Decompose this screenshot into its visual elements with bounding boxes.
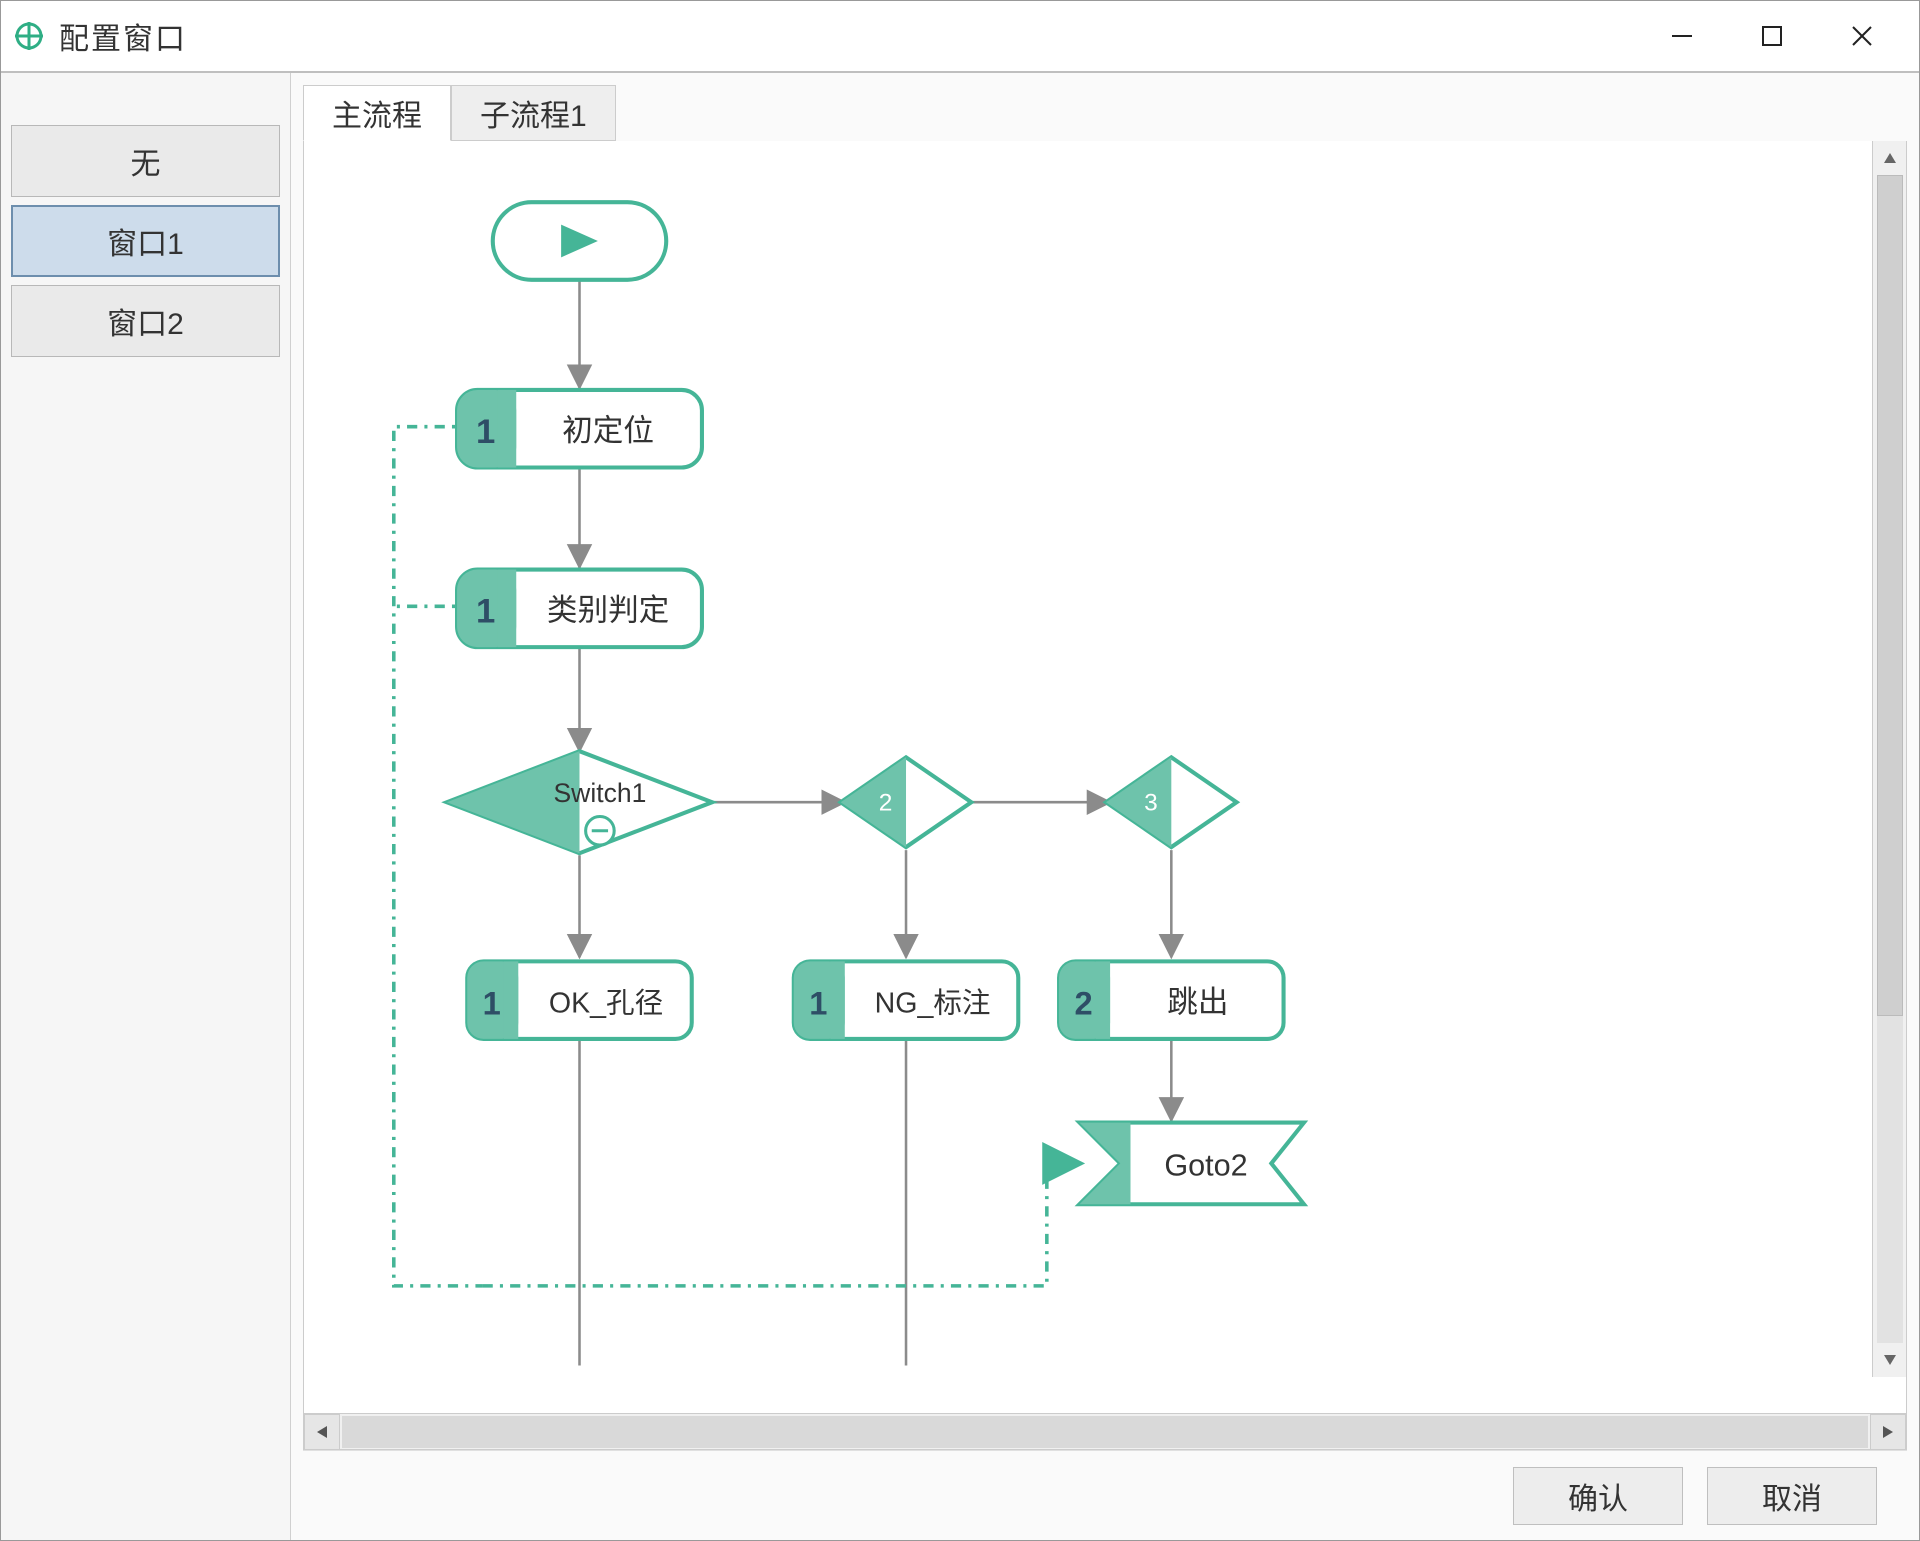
scroll-right-icon[interactable]	[1870, 1414, 1906, 1450]
node-category-judge[interactable]: 1 类别判定	[457, 570, 702, 648]
horizontal-scrollbar[interactable]	[304, 1413, 1906, 1449]
footer: 确认 取消	[303, 1450, 1907, 1540]
horizontal-scroll-track[interactable]	[342, 1416, 1868, 1448]
node-badge: 1	[476, 413, 495, 451]
flow-canvas[interactable]: 1 初定位 1 类别判定	[304, 141, 1906, 1406]
titlebar: 配置窗口	[1, 1, 1919, 73]
cancel-button[interactable]: 取消	[1707, 1467, 1877, 1525]
sidebar: 无 窗口1 窗口2	[1, 73, 291, 1540]
button-label: 确认	[1568, 1474, 1628, 1518]
maximize-button[interactable]	[1727, 6, 1817, 66]
node-label: 2	[879, 789, 893, 816]
node-ok-hole[interactable]: 1 OK_孔径	[467, 961, 691, 1039]
close-button[interactable]	[1817, 6, 1907, 66]
node-initial-locate[interactable]: 1 初定位	[457, 390, 702, 468]
tab-main-flow[interactable]: 主流程	[303, 85, 451, 141]
tabs: 主流程 子流程1	[303, 85, 1907, 141]
main-panel: 主流程 子流程1	[291, 73, 1919, 1540]
node-branch-2[interactable]: 2	[841, 757, 972, 847]
vertical-scroll-thumb[interactable]	[1877, 175, 1903, 1016]
flow-canvas-container: 1 初定位 1 类别判定	[303, 141, 1907, 1450]
node-label: OK_孔径	[549, 987, 663, 1019]
sidebar-item-label: 窗口1	[107, 219, 184, 263]
node-badge: 1	[483, 984, 501, 1021]
node-goto2[interactable]: Goto2	[1079, 1123, 1303, 1205]
window-title: 配置窗口	[59, 14, 187, 58]
vertical-scrollbar[interactable]	[1872, 141, 1906, 1377]
app-icon	[13, 20, 45, 52]
node-branch-3[interactable]: 3	[1106, 757, 1237, 847]
scroll-up-icon[interactable]	[1873, 141, 1907, 175]
node-badge: 2	[1074, 984, 1092, 1021]
node-switch1[interactable]: Switch1	[447, 751, 712, 853]
sidebar-item-label: 窗口2	[107, 299, 184, 343]
node-label: NG_标注	[875, 987, 991, 1019]
node-badge: 1	[476, 593, 495, 631]
node-label: 类别判定	[547, 594, 669, 628]
node-label: 跳出	[1167, 985, 1228, 1019]
tab-label: 主流程	[332, 91, 422, 135]
config-window: 配置窗口 无 窗口1 窗口2 主流程	[0, 0, 1920, 1541]
scroll-left-icon[interactable]	[304, 1414, 340, 1450]
sidebar-item-window1[interactable]: 窗口1	[11, 205, 280, 277]
button-label: 取消	[1762, 1474, 1822, 1518]
minimize-button[interactable]	[1637, 6, 1727, 66]
node-ng-label[interactable]: 1 NG_标注	[794, 961, 1018, 1039]
node-jump[interactable]: 2 跳出	[1059, 961, 1283, 1039]
tab-label: 子流程1	[480, 91, 587, 135]
node-label: 3	[1144, 789, 1158, 816]
node-label: 初定位	[562, 414, 654, 448]
sidebar-item-window2[interactable]: 窗口2	[11, 285, 280, 357]
node-start[interactable]	[493, 202, 666, 280]
node-label: Goto2	[1164, 1149, 1247, 1183]
tab-sub-flow-1[interactable]: 子流程1	[451, 85, 616, 141]
confirm-button[interactable]: 确认	[1513, 1467, 1683, 1525]
node-label: Switch1	[553, 778, 646, 808]
scroll-down-icon[interactable]	[1873, 1343, 1907, 1377]
sidebar-item-label: 无	[131, 139, 161, 183]
node-badge: 1	[809, 984, 827, 1021]
sidebar-item-none[interactable]: 无	[11, 125, 280, 197]
vertical-scroll-track[interactable]	[1877, 175, 1903, 1343]
